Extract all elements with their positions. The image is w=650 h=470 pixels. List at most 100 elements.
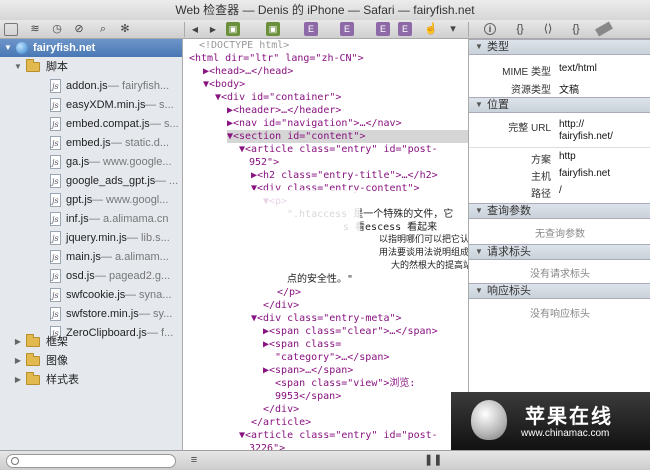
file-source-wrap: — s...: [150, 115, 179, 133]
section-header-location[interactable]: ▼ 位置: [469, 97, 650, 113]
file-source: — www.google...: [89, 156, 172, 168]
tree-folder-scripts[interactable]: ▼ 脚本: [0, 58, 182, 76]
tree-file-item[interactable]: js google_ads_gpt.js — ...: [0, 172, 182, 190]
code-line[interactable]: ▶<head>…</head>: [203, 65, 468, 78]
tree-file-item[interactable]: js ga.js — www.google...: [0, 153, 182, 171]
code-text[interactable]: 用法要谈用法说明组成: [379, 247, 468, 260]
tree-folder-stylesheets[interactable]: ▶ 样式表: [0, 371, 182, 389]
prop-value: /: [559, 185, 562, 196]
console-icon[interactable]: ⊘: [72, 22, 86, 37]
file-name: easyXDM.min.js: [66, 99, 146, 111]
info-icon[interactable]: i: [484, 23, 496, 35]
tree-file-item[interactable]: js addon.js — fairyfish...: [0, 77, 182, 95]
tree-file-item[interactable]: js easyXDM.min.js — s...: [0, 96, 182, 114]
code-line[interactable]: 9953</span>: [275, 390, 468, 403]
tree-file-item[interactable]: js swfcookie.js — syna...: [0, 286, 182, 304]
disclosure-icon[interactable]: ▼: [13, 58, 23, 76]
overlay-blur: [185, 190, 360, 260]
code-line[interactable]: ▼<div class="entry-meta">: [251, 312, 468, 325]
pointer-icon[interactable]: ☝: [424, 22, 438, 37]
tree-file-item[interactable]: js inf.js — a.alimama.cn: [0, 210, 182, 228]
code-line[interactable]: 3226">: [249, 442, 468, 450]
filter-input[interactable]: [6, 454, 176, 468]
disclosure-icon[interactable]: ▼: [474, 40, 484, 54]
code-line[interactable]: ▼<body>: [203, 78, 468, 91]
code-line[interactable]: ▶<span class=: [263, 338, 468, 351]
console-toggle-icon[interactable]: ≡: [188, 453, 200, 468]
disclosure-icon[interactable]: ▼: [474, 204, 484, 218]
code-line[interactable]: </p>: [277, 286, 468, 299]
code-line[interactable]: ▶<header>…</header>: [227, 104, 468, 117]
breadcrumb-e2[interactable]: E: [340, 22, 354, 36]
file-source-wrap: — ...: [155, 172, 178, 190]
script-file-icon: js: [50, 98, 61, 112]
prop-key: 完整 URL: [508, 123, 551, 134]
breadcrumb-e3[interactable]: E: [376, 22, 390, 36]
timeline-icon[interactable]: ◷: [50, 22, 64, 37]
tree-file-item[interactable]: js jquery.min.js — lib.s...: [0, 229, 182, 247]
code-line-selected[interactable]: ▼<section id="content">: [227, 130, 468, 143]
disclosure-icon[interactable]: ▼: [474, 98, 484, 112]
file-source: — syna...: [125, 289, 172, 301]
file-name: embed.js: [66, 137, 111, 149]
code-line[interactable]: ▼<article class="entry" id="post-: [239, 429, 468, 442]
pause-icon[interactable]: ❚❚: [424, 453, 442, 468]
section-header-type[interactable]: ▼ 类型: [469, 39, 650, 55]
code-text[interactable]: s 看escess 看起来: [343, 221, 468, 234]
code-line[interactable]: <!DOCTYPE html>: [199, 39, 468, 52]
code-text[interactable]: 以指明哪们可以把它认: [379, 234, 468, 247]
script-file-icon: js: [50, 288, 61, 302]
storage-icon[interactable]: ≋: [28, 22, 42, 37]
breadcrumb-e4[interactable]: E: [398, 22, 412, 36]
braces-icon[interactable]: {}: [568, 22, 584, 37]
tree-file-item[interactable]: js swfstore.min.js — sy...: [0, 305, 182, 323]
breadcrumb-html[interactable]: ▣: [226, 22, 240, 36]
code-line[interactable]: ▶<span class="clear">…</span>: [263, 325, 468, 338]
tree-folder-images[interactable]: ▶ 图像: [0, 352, 182, 370]
chevron-down-icon[interactable]: ▾: [448, 22, 458, 37]
code-line[interactable]: ▶<span>…</span>: [263, 364, 468, 377]
code-line[interactable]: ▶<nav id="navigation">…</nav>: [227, 117, 468, 130]
file-source-wrap: — pagead2.g...: [95, 267, 170, 285]
braces-icon[interactable]: {}: [512, 22, 528, 37]
tree-root[interactable]: ▼ fairyfish.net: [0, 39, 182, 57]
code-line[interactable]: </div>: [263, 403, 468, 416]
code-line[interactable]: 952">: [249, 156, 468, 169]
disclosure-icon[interactable]: ▼: [474, 245, 484, 259]
code-line[interactable]: <span class="view">浏览:: [275, 377, 468, 390]
tree-file-item[interactable]: js embed.compat.js — s...: [0, 115, 182, 133]
section-header-response[interactable]: ▼ 响应标头: [469, 283, 650, 299]
code-line[interactable]: </div>: [263, 299, 468, 312]
gear-icon[interactable]: ✻: [118, 22, 132, 37]
back-icon[interactable]: ◀: [190, 22, 200, 37]
section-title: 类型: [487, 41, 509, 53]
forward-icon[interactable]: ▶: [208, 22, 218, 37]
section-header-request[interactable]: ▼ 请求标头: [469, 244, 650, 260]
disclosure-icon[interactable]: ▶: [13, 333, 23, 351]
code-line[interactable]: ▼<article class="entry" id="post-: [239, 143, 468, 156]
disclosure-icon[interactable]: ▶: [13, 352, 23, 370]
search-icon: [11, 457, 19, 465]
code-line[interactable]: "category">…</span>: [275, 351, 468, 364]
search-icon[interactable]: ⌕: [96, 22, 110, 37]
code-line[interactable]: </article>: [251, 416, 468, 429]
code-line[interactable]: ▼<div id="container">: [215, 91, 468, 104]
code-text[interactable]: 点的安全性。": [287, 273, 468, 286]
ruler-icon[interactable]: [595, 21, 613, 37]
sidebar-toggle-icon[interactable]: [4, 23, 18, 36]
tree-file-item[interactable]: js main.js — a.alimam...: [0, 248, 182, 266]
angle-brackets-icon[interactable]: ⟨⟩: [540, 22, 556, 37]
tree-folder-frames[interactable]: ▶ 框架: [0, 333, 182, 351]
tree-file-item[interactable]: js osd.js — pagead2.g...: [0, 267, 182, 285]
section-header-query[interactable]: ▼ 查询参数: [469, 203, 650, 219]
disclosure-icon[interactable]: ▼: [3, 39, 13, 57]
code-text[interactable]: 大的然根大的提高站: [391, 260, 468, 273]
breadcrumb-doc[interactable]: ▣: [266, 22, 280, 36]
disclosure-icon[interactable]: ▼: [474, 284, 484, 298]
tree-file-item[interactable]: js embed.js — static.d...: [0, 134, 182, 152]
code-line[interactable]: <html dir="ltr" lang="zh-CN">: [189, 52, 468, 65]
breadcrumb-e1[interactable]: E: [304, 22, 318, 36]
code-line[interactable]: ▶<h2 class="entry-title">…</h2>: [251, 169, 468, 182]
tree-file-item[interactable]: js gpt.js — www.googl...: [0, 191, 182, 209]
disclosure-icon[interactable]: ▶: [13, 371, 23, 389]
